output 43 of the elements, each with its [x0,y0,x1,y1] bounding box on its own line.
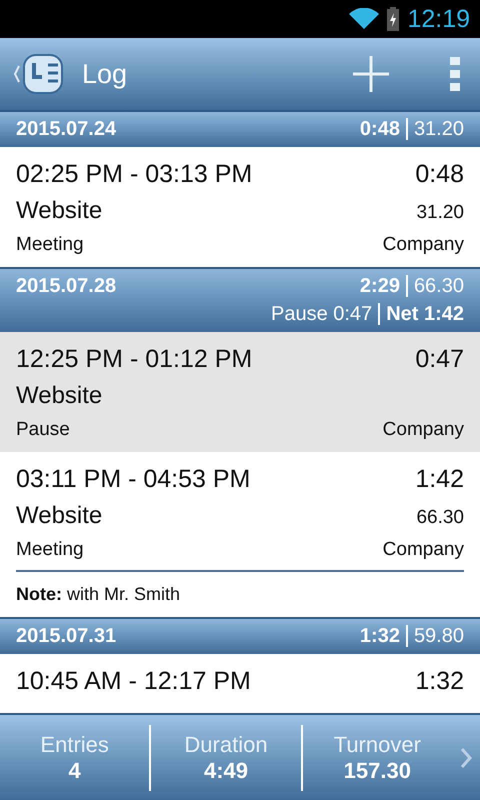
entry-client: Company [382,538,464,562]
day-duration: 0:48 [360,118,400,140]
summary-value: 157.30 [344,758,411,784]
summary-label: Duration [184,732,268,758]
entry-project: Website [16,196,102,226]
entry-project: Website [16,501,102,531]
day-amount: 59.80 [414,624,464,648]
summary-value: 4:49 [204,758,248,784]
entry-duration: 1:32 [415,666,464,697]
entry-time: 03:11 PM - 04:53 PM [16,464,250,495]
entry-time: 02:25 PM - 03:13 PM [16,159,252,190]
entry-amount: 66.30 [416,506,464,530]
day-net: Net 1:42 [386,302,464,326]
day-duration: 2:29 [360,274,400,298]
wifi-icon [349,8,380,30]
day-duration: 1:32 [360,624,400,648]
entry-activity: Meeting [16,233,84,257]
entry-duration: 0:47 [415,344,464,375]
entry-client: Company [382,418,464,442]
entry-duration: 1:42 [415,464,464,495]
day-amount: 66.30 [414,274,464,298]
entry-time: 10:45 AM - 12:17 PM [16,666,251,697]
entry-time: 12:25 PM - 01:12 PM [16,344,252,375]
summary-value: 4 [68,758,81,784]
entry-client: Company [382,233,464,257]
day-date: 2015.07.28 [16,274,116,298]
entry-activity: Meeting [16,538,84,562]
entry-amount: 31.20 [416,201,464,225]
status-time: 12:19 [407,4,470,34]
summary-label: Entries [40,732,109,758]
day-amount: 31.20 [414,118,464,140]
chevron-right-icon[interactable] [460,746,472,768]
entry-project: Website [16,381,102,411]
entry-row[interactable]: 12:25 PM - 01:12 PM 0:47 Website Pause Company [0,332,480,452]
summary-label: Turnover [334,732,421,758]
entry-note: Note: with Mr. Smith [16,583,182,606]
screen-title: Log [82,58,128,90]
day-date: 2015.07.31 [16,624,116,648]
day-pause: Pause 0:47 [270,302,372,326]
day-date: 2015.07.24 [16,118,116,140]
entry-duration: 0:48 [415,159,464,190]
entry-activity: Pause [16,418,70,442]
battery-icon [387,7,400,31]
